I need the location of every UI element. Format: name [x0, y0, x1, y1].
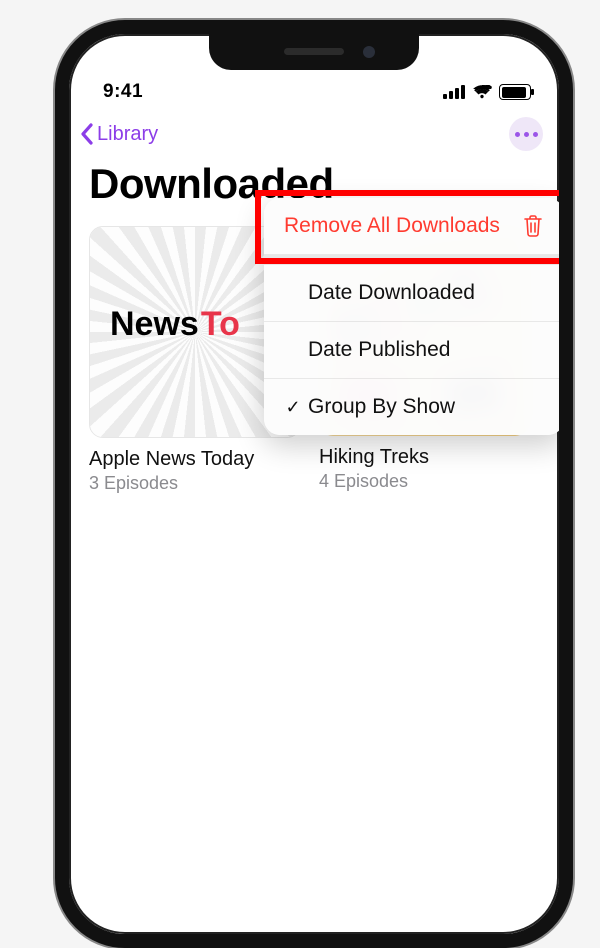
menu-separator — [264, 255, 564, 265]
back-button[interactable]: Library — [79, 122, 158, 146]
nav-bar: Library — [69, 114, 559, 154]
status-time: 9:41 — [103, 81, 143, 103]
wifi-icon — [472, 85, 492, 99]
podcast-subtitle: 4 Episodes — [319, 471, 529, 492]
menu-item-label: Group By Show — [308, 395, 455, 419]
menu-sort-date-downloaded[interactable]: Date Downloaded — [264, 265, 564, 322]
trash-icon — [522, 214, 544, 238]
ellipsis-dot-icon — [524, 132, 529, 137]
speaker-grille — [284, 48, 344, 55]
checkmark-icon: ✓ — [284, 397, 302, 418]
podcast-title: Hiking Treks — [319, 446, 529, 469]
ellipsis-dot-icon — [515, 132, 520, 137]
menu-remove-all-downloads[interactable]: Remove All Downloads — [264, 198, 564, 255]
back-label: Library — [97, 123, 158, 146]
menu-item-label: Date Downloaded — [308, 281, 475, 305]
cellular-signal-icon — [443, 85, 465, 99]
podcast-title: Apple News Today — [89, 448, 299, 471]
checkmark-icon — [284, 340, 302, 361]
screen: 9:41 Li — [69, 34, 559, 934]
iphone-frame: 9:41 Li — [55, 20, 573, 948]
menu-group-by-show[interactable]: ✓ Group By Show — [264, 379, 564, 435]
menu-item-label: Remove All Downloads — [284, 214, 500, 238]
podcast-subtitle: 3 Episodes — [89, 473, 299, 494]
context-menu: Remove All Downloads Date Downloaded — [264, 198, 564, 435]
more-button[interactable] — [509, 117, 543, 151]
status-bar: 9:41 — [69, 70, 559, 114]
artwork-text: News To — [108, 305, 240, 344]
checkmark-icon — [284, 283, 302, 304]
battery-icon — [499, 84, 531, 100]
ellipsis-dot-icon — [533, 132, 538, 137]
menu-item-label: Date Published — [308, 338, 450, 362]
chevron-left-icon — [79, 122, 95, 146]
menu-sort-date-published[interactable]: Date Published — [264, 322, 564, 379]
notch — [209, 34, 419, 70]
status-icons-group — [443, 84, 531, 100]
